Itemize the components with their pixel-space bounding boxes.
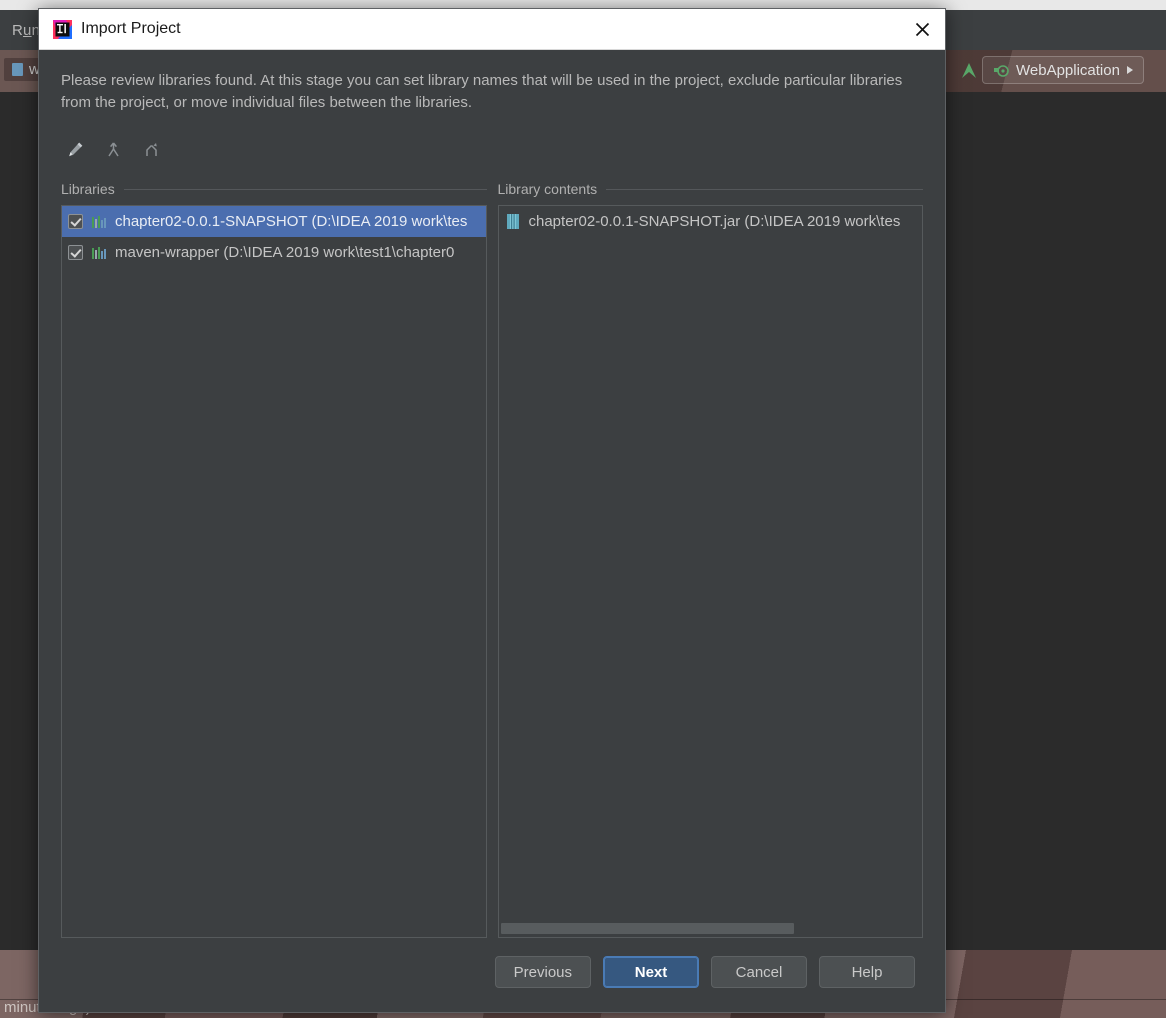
close-icon[interactable] bbox=[900, 9, 945, 50]
libraries-list[interactable]: chapter02-0.0.1-SNAPSHOT (D:\IDEA 2019 w… bbox=[61, 205, 487, 938]
menu-item-run[interactable]: Run bbox=[12, 22, 40, 39]
list-item[interactable]: chapter02-0.0.1-SNAPSHOT.jar (D:\IDEA 20… bbox=[499, 206, 923, 237]
library-checkbox[interactable] bbox=[68, 245, 83, 261]
libraries-panel: Libraries chapter02-0.0.1-SNAPSHOT (D:\I… bbox=[61, 178, 487, 938]
horizontal-scrollbar[interactable] bbox=[500, 923, 920, 934]
panels-row: Libraries chapter02-0.0.1-SNAPSHOT (D:\I… bbox=[61, 178, 923, 938]
run-configuration-label: WebApplication bbox=[1016, 61, 1120, 79]
libraries-panel-header: Libraries bbox=[61, 178, 487, 200]
list-item[interactable]: maven-wrapper (D:\IDEA 2019 work\test1\c… bbox=[62, 237, 486, 268]
intellij-idea-icon bbox=[53, 19, 72, 39]
edit-rename-library-button[interactable] bbox=[61, 135, 89, 163]
file-icon bbox=[12, 63, 23, 76]
list-item-label: maven-wrapper (D:\IDEA 2019 work\test1\c… bbox=[115, 244, 455, 262]
pencil-icon bbox=[68, 142, 82, 156]
horizontal-scrollbar-thumb[interactable] bbox=[500, 923, 795, 934]
run-configuration-selector[interactable]: WebApplication bbox=[982, 56, 1144, 84]
library-contents-panel-title: Library contents bbox=[497, 181, 598, 198]
jar-archive-icon bbox=[506, 214, 519, 230]
split-library-button[interactable] bbox=[137, 135, 165, 163]
dialog-body: Please review libraries found. At this s… bbox=[39, 50, 945, 938]
menu-item-run-label: Run bbox=[12, 22, 41, 39]
merge-arrows-icon bbox=[107, 142, 119, 156]
previous-button[interactable]: Previous bbox=[494, 956, 591, 988]
library-contents-list[interactable]: chapter02-0.0.1-SNAPSHOT.jar (D:\IDEA 20… bbox=[497, 205, 923, 938]
cancel-button[interactable]: Cancel bbox=[711, 956, 807, 988]
dialog-title: Import Project bbox=[81, 20, 181, 37]
dialog-footer: Previous Next Cancel Help bbox=[39, 938, 945, 1012]
run-config-icon bbox=[994, 65, 1009, 77]
library-contents-panel: Library contents chapter02-0.0.1-SNAPSHO… bbox=[497, 178, 923, 938]
next-button[interactable]: Next bbox=[603, 956, 699, 988]
divider bbox=[606, 188, 923, 190]
divider bbox=[123, 188, 487, 190]
split-arrows-icon bbox=[145, 142, 157, 156]
libraries-panel-title: Libraries bbox=[61, 181, 115, 198]
list-item-label: chapter02-0.0.1-SNAPSHOT.jar (D:\IDEA 20… bbox=[528, 213, 901, 231]
library-contents-panel-header: Library contents bbox=[497, 178, 923, 200]
chevron-down-icon bbox=[1126, 66, 1133, 74]
library-bars-icon bbox=[92, 246, 106, 259]
list-item-label: chapter02-0.0.1-SNAPSHOT (D:\IDEA 2019 w… bbox=[115, 213, 468, 231]
library-toolbar bbox=[61, 134, 923, 164]
dialog-titlebar: Import Project bbox=[39, 9, 945, 50]
run-green-arrow-icon[interactable] bbox=[958, 58, 980, 82]
import-project-dialog: Import Project Please review libraries f… bbox=[38, 8, 946, 1013]
library-checkbox[interactable] bbox=[68, 214, 83, 230]
merge-libraries-button[interactable] bbox=[99, 135, 127, 163]
dialog-description: Please review libraries found. At this s… bbox=[61, 72, 903, 112]
help-button[interactable]: Help bbox=[819, 956, 915, 988]
library-bars-icon bbox=[92, 215, 106, 228]
list-item[interactable]: chapter02-0.0.1-SNAPSHOT (D:\IDEA 2019 w… bbox=[62, 206, 486, 238]
